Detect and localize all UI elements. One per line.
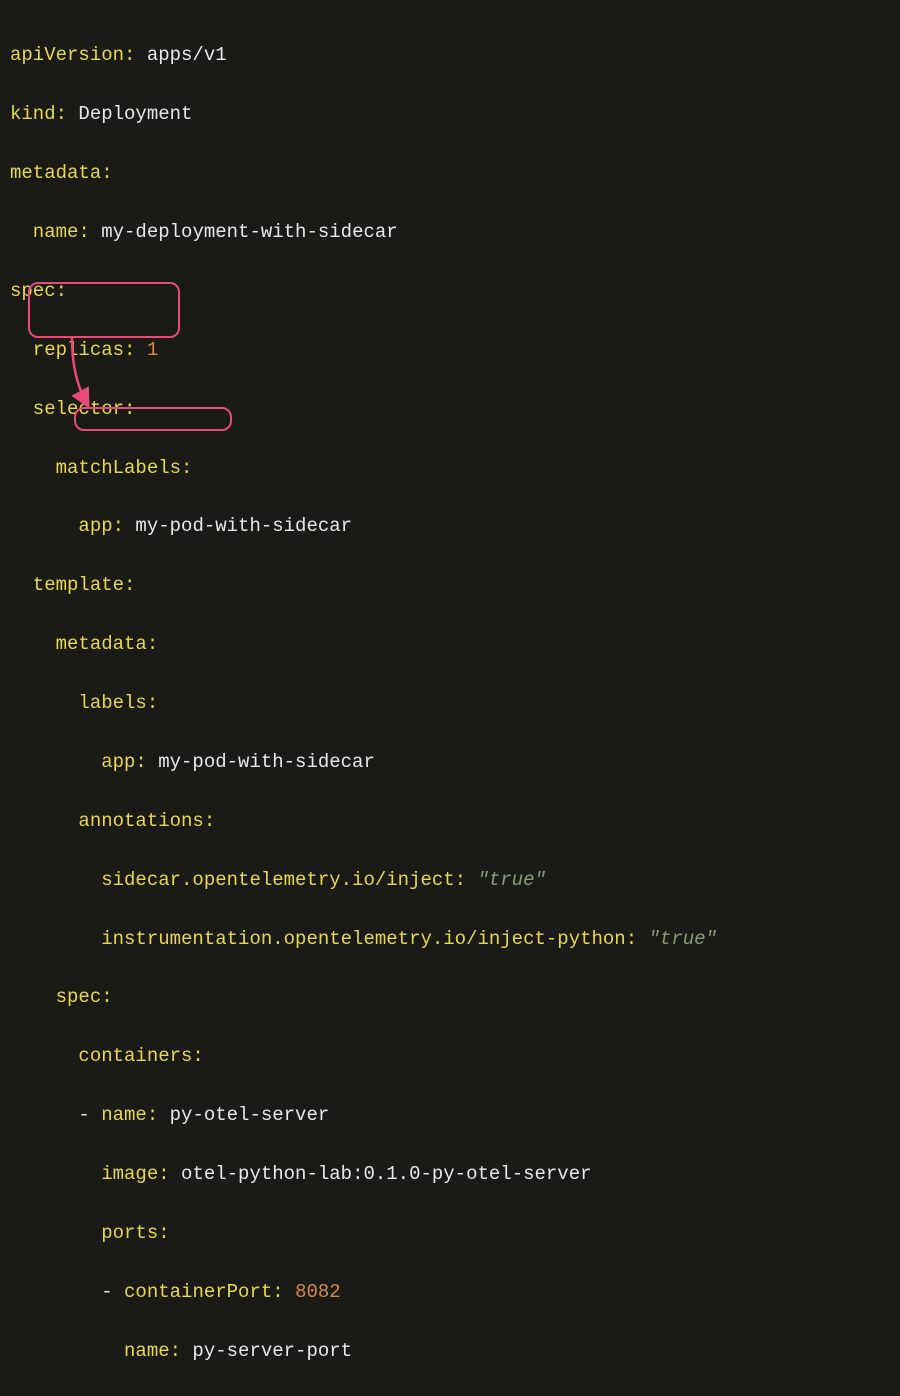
yaml-key: name: [10,1340,181,1362]
yaml-key: app: [10,751,147,773]
yaml-key: selector: [10,398,135,420]
code-line: spec: [10,983,890,1012]
code-line: matchLabels: [10,454,890,483]
yaml-number: 1 [135,339,158,361]
code-line: selector: [10,395,890,424]
code-line: sidecar.opentelemetry.io/inject: "true" [10,866,890,895]
yaml-string: "true" [637,928,717,950]
code-line: replicas: 1 [10,336,890,365]
yaml-key: ports: [10,1222,170,1244]
yaml-key: kind: [10,103,67,125]
code-line: name: my-deployment-with-sidecar [10,218,890,247]
yaml-key: image: [10,1163,170,1185]
yaml-key: metadata: [10,162,113,184]
yaml-key: metadata: [10,633,158,655]
code-line: annotations: [10,807,890,836]
code-line: name: py-server-port [10,1337,890,1366]
code-line: instrumentation.opentelemetry.io/inject-… [10,925,890,954]
yaml-key: annotations: [10,810,215,832]
yaml-key: containers: [10,1045,204,1067]
code-line: apiVersion: apps/v1 [10,41,890,70]
yaml-key: sidecar.opentelemetry.io/inject: [10,869,466,891]
yaml-value: otel-python-lab:0.1.0-py-otel-server [170,1163,592,1185]
yaml-number: 8082 [284,1281,341,1303]
yaml-key: spec: [10,280,67,302]
yaml-key: name: [101,1104,158,1126]
yaml-dash: - [10,1104,101,1126]
code-line: template: [10,571,890,600]
yaml-key: replicas: [10,339,135,361]
yaml-dash: - [10,1281,124,1303]
yaml-key: labels: [10,692,158,714]
code-line: spec: [10,277,890,306]
yaml-key: template: [10,574,135,596]
yaml-key: name: [10,221,90,243]
yaml-key: app: [10,515,124,537]
code-line: - containerPort: 8082 [10,1278,890,1307]
code-line: metadata: [10,630,890,659]
code-line: ports: [10,1219,890,1248]
code-line: image: otel-python-lab:0.1.0-py-otel-ser… [10,1160,890,1189]
yaml-value: my-pod-with-sidecar [124,515,352,537]
yaml-value: Deployment [67,103,192,125]
yaml-key: apiVersion: [10,44,135,66]
code-line: - name: py-otel-server [10,1101,890,1130]
yaml-string: "true" [466,869,546,891]
code-line: app: my-pod-with-sidecar [10,748,890,777]
yaml-value: py-server-port [181,1340,352,1362]
yaml-value: my-deployment-with-sidecar [90,221,398,243]
yaml-key: matchLabels: [10,457,192,479]
code-line: metadata: [10,159,890,188]
code-line: app: my-pod-with-sidecar [10,512,890,541]
code-line: kind: Deployment [10,100,890,129]
yaml-code-block: apiVersion: apps/v1 kind: Deployment met… [10,12,890,1396]
code-line: containers: [10,1042,890,1071]
yaml-key: containerPort: [124,1281,284,1303]
yaml-key: instrumentation.opentelemetry.io/inject-… [10,928,637,950]
yaml-value: py-otel-server [158,1104,329,1126]
yaml-value: my-pod-with-sidecar [147,751,375,773]
code-line: labels: [10,689,890,718]
yaml-value: apps/v1 [135,44,226,66]
yaml-key: spec: [10,986,113,1008]
